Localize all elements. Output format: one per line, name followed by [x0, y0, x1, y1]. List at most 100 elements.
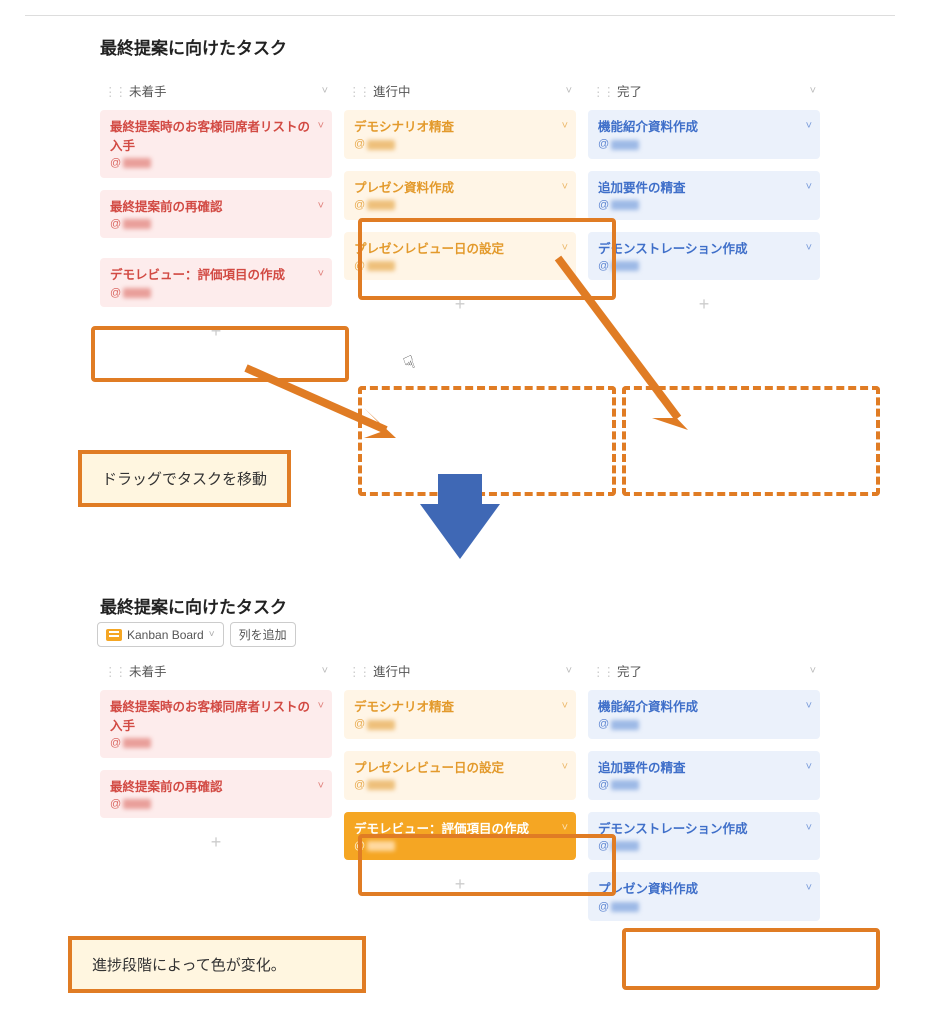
task-card[interactable]: ˅ プレゼン資料作成 @	[344, 171, 576, 220]
board-toolbar: Kanban Board ˅ 列を追加	[97, 622, 895, 647]
chevron-down-icon[interactable]: ˅	[806, 240, 812, 257]
column-header[interactable]: ⋮⋮ 進行中 ˅	[344, 81, 576, 110]
chevron-down-icon[interactable]: ˅	[810, 85, 816, 97]
task-card[interactable]: ˅ 追加要件の精査 @	[588, 171, 820, 220]
board-title: 最終提案に向けたタスク	[100, 34, 895, 59]
column-doing: ⋮⋮ 進行中 ˅ ˅ デモシナリオ精査 @ ˅ プレゼン資料作成 @ ˅ プレゼン…	[344, 81, 576, 344]
assignee[interactable]: @	[598, 197, 639, 214]
annotation-drag: ドラッグでタスクを移動	[78, 450, 291, 507]
annotation-text: 進捗段階によって色が変化。	[92, 957, 286, 974]
card-title: 機能紹介資料作成	[598, 698, 810, 717]
chevron-down-icon[interactable]: ˅	[806, 820, 812, 837]
card-title: デモシナリオ精査	[354, 118, 566, 137]
column-label: 完了	[617, 665, 642, 679]
grip-icon[interactable]: ⋮⋮	[104, 85, 125, 99]
add-card-button[interactable]: +	[344, 292, 576, 317]
assignee[interactable]: @	[598, 838, 639, 855]
assignee[interactable]: @	[598, 777, 639, 794]
card-title: デモンストレーション作成	[598, 820, 810, 839]
grip-icon[interactable]: ⋮⋮	[348, 665, 369, 679]
chevron-down-icon[interactable]: ˅	[562, 179, 568, 196]
assignee[interactable]: @	[598, 716, 639, 733]
add-card-button[interactable]: +	[344, 872, 576, 897]
column-label: 進行中	[373, 85, 411, 99]
task-card[interactable]: ˅ 最終提案時のお客様同席者リストの入手 @	[100, 110, 332, 178]
grip-icon[interactable]: ⋮⋮	[592, 665, 613, 679]
assignee[interactable]: @	[354, 197, 395, 214]
task-card[interactable]: ˅ 最終提案前の再確認 @	[100, 770, 332, 819]
task-card[interactable]: ˅ デモシナリオ精査 @	[344, 110, 576, 159]
chevron-down-icon[interactable]: ˅	[806, 118, 812, 135]
card-title: デモレビュー：評価項目の作成	[110, 266, 322, 285]
assignee[interactable]: @	[354, 716, 395, 733]
card-title: プレゼン資料作成	[354, 179, 566, 198]
chevron-down-icon[interactable]: ˅	[562, 240, 568, 257]
chevron-down-icon[interactable]: ˅	[209, 629, 215, 640]
assignee[interactable]: @	[598, 899, 639, 916]
add-card-button[interactable]: +	[100, 830, 332, 855]
assignee[interactable]: @	[354, 258, 395, 275]
chevron-down-icon[interactable]: ˅	[318, 198, 324, 215]
chevron-down-icon[interactable]: ˅	[318, 698, 324, 715]
grip-icon[interactable]: ⋮⋮	[592, 85, 613, 99]
chevron-down-icon[interactable]: ˅	[562, 759, 568, 776]
assignee[interactable]: @	[110, 155, 151, 172]
column-header[interactable]: ⋮⋮ 完了 ˅	[588, 661, 820, 690]
chevron-down-icon[interactable]: ˅	[318, 266, 324, 283]
task-card[interactable]: ˅ デモレビュー：評価項目の作成 @	[344, 812, 576, 861]
chevron-down-icon[interactable]: ˅	[562, 118, 568, 135]
task-card[interactable]: ˅ プレゼンレビュー日の設定 @	[344, 751, 576, 800]
chevron-down-icon[interactable]: ˅	[806, 698, 812, 715]
card-title: プレゼンレビュー日の設定	[354, 240, 566, 259]
add-column-button[interactable]: 列を追加	[230, 622, 296, 647]
task-card[interactable]: ˅ 追加要件の精査 @	[588, 751, 820, 800]
column-header[interactable]: ⋮⋮未着手 ˅	[100, 661, 332, 690]
assignee[interactable]: @	[110, 735, 151, 752]
assignee[interactable]: @	[354, 838, 395, 855]
chevron-down-icon[interactable]: ˅	[806, 179, 812, 196]
board-before: 最終提案に向けたタスク ⋮⋮未着手 ˅ ˅ 最終提案時のお客様同席者リストの入手…	[25, 15, 895, 445]
task-card[interactable]: ˅ 機能紹介資料作成 @	[588, 110, 820, 159]
chevron-down-icon[interactable]: ˅	[806, 759, 812, 776]
assignee[interactable]: @	[354, 136, 395, 153]
task-card[interactable]: ˅ デモンストレーション作成 @	[588, 812, 820, 861]
card-title: 最終提案前の再確認	[110, 198, 322, 217]
task-card[interactable]: ˅ 機能紹介資料作成 @	[588, 690, 820, 739]
grip-icon[interactable]: ⋮⋮	[104, 665, 125, 679]
grip-icon[interactable]: ⋮⋮	[348, 85, 369, 99]
assignee[interactable]: @	[354, 777, 395, 794]
assignee[interactable]: @	[598, 136, 639, 153]
assignee[interactable]: @	[110, 216, 151, 233]
chevron-down-icon[interactable]: ˅	[806, 880, 812, 897]
chevron-down-icon[interactable]: ˅	[566, 85, 572, 97]
kanban-view-button[interactable]: Kanban Board ˅	[97, 622, 224, 647]
kanban-label: Kanban Board	[127, 628, 204, 642]
chevron-down-icon[interactable]: ˅	[318, 778, 324, 795]
task-card[interactable]: ˅ デモレビュー：評価項目の作成 @	[100, 258, 332, 307]
chevron-down-icon[interactable]: ˅	[810, 665, 816, 677]
column-header[interactable]: ⋮⋮完了 ˅	[588, 81, 820, 110]
task-card[interactable]: ˅ プレゼン資料作成 @	[588, 872, 820, 921]
card-title: デモレビュー：評価項目の作成	[354, 820, 566, 839]
column-doing: ⋮⋮進行中 ˅ ˅ デモシナリオ精査 @ ˅ プレゼンレビュー日の設定 @ ˅ …	[344, 661, 576, 933]
column-header[interactable]: ⋮⋮進行中 ˅	[344, 661, 576, 690]
card-title: 機能紹介資料作成	[598, 118, 810, 137]
task-card[interactable]: ˅ プレゼンレビュー日の設定 @	[344, 232, 576, 281]
chevron-down-icon[interactable]: ˅	[562, 698, 568, 715]
chevron-down-icon[interactable]: ˅	[322, 665, 328, 677]
chevron-down-icon[interactable]: ˅	[566, 665, 572, 677]
task-card[interactable]: ˅ 最終提案前の再確認 @	[100, 190, 332, 239]
column-done: ⋮⋮ 完了 ˅ ˅ 機能紹介資料作成 @ ˅ 追加要件の精査 @ ˅ デモンストレ…	[588, 661, 820, 933]
add-card-button[interactable]: +	[100, 319, 332, 344]
card-title: プレゼン資料作成	[598, 880, 810, 899]
drag-arrow-icon	[246, 368, 416, 458]
chevron-down-icon[interactable]: ˅	[318, 118, 324, 135]
column-header[interactable]: ⋮⋮未着手 ˅	[100, 81, 332, 110]
task-card[interactable]: ˅ 最終提案時のお客様同席者リストの入手 @	[100, 690, 332, 758]
chevron-down-icon[interactable]: ˅	[322, 85, 328, 97]
assignee[interactable]: @	[110, 285, 151, 302]
chevron-down-icon[interactable]: ˅	[562, 820, 568, 837]
task-card[interactable]: ˅ デモシナリオ精査 @	[344, 690, 576, 739]
assignee[interactable]: @	[110, 796, 151, 813]
card-title: 追加要件の精査	[598, 179, 810, 198]
